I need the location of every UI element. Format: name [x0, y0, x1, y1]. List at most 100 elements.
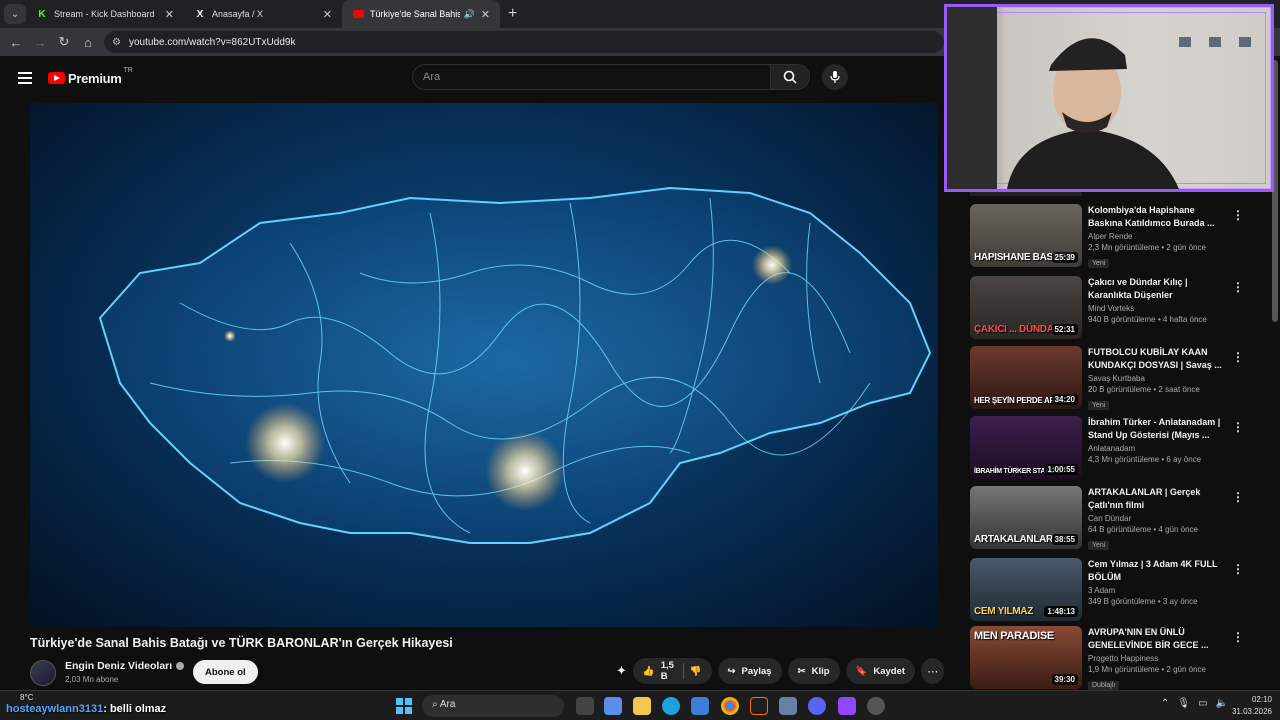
more-options-icon[interactable]: ⋮	[1232, 208, 1244, 222]
recommendation-item[interactable]: ARTAKALANLAR 38:55 ARTAKALANLAR | Gerçek…	[970, 486, 1270, 552]
close-tab-icon[interactable]: ✕	[481, 8, 490, 21]
discord-icon[interactable]	[808, 697, 826, 715]
volume-icon[interactable]: 🔈	[1216, 698, 1228, 709]
reload-icon[interactable]: ↻	[52, 34, 76, 50]
video-player[interactable]	[30, 103, 938, 627]
recommendation-channel[interactable]: 3 Adam	[1088, 586, 1228, 595]
tab-kick-dashboard[interactable]: K Stream - Kick Dashboard ✕	[26, 0, 184, 28]
share-icon: ↪	[727, 665, 736, 677]
thumbnail[interactable]: MEN PARADISE 39:30	[970, 626, 1082, 689]
more-options-icon[interactable]: ⋮	[1232, 350, 1244, 364]
subscriber-count: 2,03 Mn abone	[65, 675, 119, 684]
more-options-icon[interactable]: ⋮	[1232, 630, 1244, 644]
thumbnail[interactable]: CEM YILMAZ 1:48:13	[970, 558, 1082, 621]
divider	[682, 663, 684, 679]
share-button[interactable]: ↪ Paylaş	[717, 658, 782, 684]
more-options-icon[interactable]: ⋮	[1232, 562, 1244, 576]
voice-search-button[interactable]	[822, 64, 848, 90]
recommendation-channel[interactable]: Can Dündar	[1088, 514, 1228, 523]
tab-search-button[interactable]: ⌄	[4, 4, 26, 24]
obs-like-icon[interactable]	[750, 697, 768, 715]
recommendation-channel[interactable]: Progetto Happiness	[1088, 654, 1228, 663]
forward-icon[interactable]: →	[28, 35, 52, 50]
more-options-icon[interactable]: ⋮	[1232, 420, 1244, 434]
address-bar[interactable]: ⚙ youtube.com/watch?v=862UTxUdd9k	[104, 31, 944, 53]
video-owner-row: Engin Deniz Videoları 2,03 Mn abone Abon…	[30, 658, 945, 688]
recommendation-meta: 1,9 Mn görüntüleme • 2 gün önce	[1088, 665, 1206, 674]
thumbnail[interactable]: HER ŞEYİN PERDE ARK... 34:20	[970, 346, 1082, 409]
weather-widget[interactable]: 8°C	[20, 693, 33, 702]
thumbnail[interactable]: İBRAHİM TÜRKER STAND UP 1:00:55	[970, 416, 1082, 479]
recommendation-channel[interactable]: Anlatanadam	[1088, 444, 1228, 453]
recommendation-title[interactable]: AVRUPA'NIN EN ÜNLÜ GENELEVİNDE BİR GECE …	[1088, 626, 1228, 652]
file-explorer-icon[interactable]	[633, 697, 651, 715]
ask-sparkle-icon[interactable]: ✦	[616, 663, 627, 679]
task-view-icon[interactable]	[576, 697, 594, 715]
app-icon[interactable]	[867, 697, 885, 715]
recommendation-channel[interactable]: Alper Rende	[1088, 232, 1228, 241]
chrome-icon[interactable]	[721, 697, 739, 715]
tab-youtube[interactable]: Türkiye'de Sanal Bahis Batağı 🔊 ✕	[342, 0, 500, 28]
network-icon[interactable]: ▭	[1198, 698, 1207, 709]
clock-date: 31.03.2026	[1231, 707, 1272, 716]
verified-icon	[176, 662, 185, 671]
recommendation-title[interactable]: Kolombiya'da Hapishane Baskına Katıldımc…	[1088, 204, 1228, 230]
site-info-icon[interactable]: ⚙	[112, 37, 121, 48]
recommendation-meta: 349 B görüntüleme • 3 ay önce	[1088, 597, 1198, 606]
recommendation-channel[interactable]: Savaş Kurtbaba	[1088, 374, 1228, 383]
x-logo-icon: X	[196, 8, 204, 20]
chat-message-text: : belli olmaz	[103, 703, 167, 715]
recommendation-item[interactable]: HER ŞEYİN PERDE ARK... 34:20 FUTBOLCU KU…	[970, 346, 1270, 412]
like-button[interactable]: 👍	[643, 666, 655, 677]
recommendation-item[interactable]: CEM YILMAZ 1:48:13 Cem Yılmaz | 3 Adam 4…	[970, 558, 1270, 624]
edge-icon[interactable]	[662, 697, 680, 715]
recommendation-channel[interactable]: Mind Vorteks	[1088, 304, 1228, 313]
tab-title: Türkiye'de Sanal Bahis Batağı	[370, 9, 460, 19]
recommendation-title[interactable]: ARTAKALANLAR | Gerçek Çatlı'nın filmi	[1088, 486, 1228, 512]
close-tab-icon[interactable]: ✕	[165, 8, 174, 21]
twitch-icon[interactable]	[838, 697, 856, 715]
search-button[interactable]	[770, 64, 810, 90]
recommendation-title[interactable]: FUTBOLCU KUBİLAY KAAN KUNDAKÇI DOSYASI |…	[1088, 346, 1228, 372]
recommendation-info: Kolombiya'da Hapishane Baskına Katıldımc…	[1088, 204, 1228, 270]
channel-name[interactable]: Engin Deniz Videoları	[65, 660, 185, 672]
menu-icon[interactable]	[18, 69, 32, 87]
recommendation-item[interactable]: HAPISHANE BASKINI 25:39 Kolombiya'da Hap…	[970, 204, 1270, 270]
taskbar-search[interactable]: ⌕ Ara	[422, 695, 564, 717]
search-input[interactable]: Ara	[412, 64, 770, 90]
thumbnail[interactable]: HAPISHANE BASKINI 25:39	[970, 204, 1082, 267]
more-actions-button[interactable]: ⋯	[921, 658, 945, 684]
save-button[interactable]: 🔖 Kaydet	[845, 658, 916, 684]
recommendation-title[interactable]: Cem Yılmaz | 3 Adam 4K FULL BÖLÜM	[1088, 558, 1228, 584]
windows-start-icon[interactable]	[396, 698, 412, 714]
recommendation-item[interactable]: ÇAKICI ... DÜNDAR 52:31 Çakıcı ve Dündar…	[970, 276, 1270, 342]
thumbnail[interactable]: ÇAKICI ... DÜNDAR 52:31	[970, 276, 1082, 339]
more-options-icon[interactable]: ⋮	[1232, 280, 1244, 294]
close-tab-icon[interactable]: ✕	[323, 8, 332, 21]
youtube-logo[interactable]: Premium TR	[48, 67, 133, 86]
speaker-icon[interactable]: 🔊	[464, 9, 475, 20]
back-icon[interactable]: ←	[4, 35, 28, 50]
more-options-icon[interactable]: ⋮	[1232, 490, 1244, 504]
app-icon[interactable]	[779, 697, 797, 715]
recommendation-title[interactable]: İbrahim Türker - Anlatanadam | Stand Up …	[1088, 416, 1228, 442]
tab-x[interactable]: X Anasayfa / X ✕	[184, 0, 342, 28]
clip-button[interactable]: ✂ Klip	[787, 658, 840, 684]
url-text: youtube.com/watch?v=862UTxUdd9k	[128, 36, 296, 48]
system-clock[interactable]: 02:10 31.03.2026	[1232, 694, 1272, 718]
new-badge: Yeni	[1088, 541, 1110, 550]
thumbnail[interactable]: ARTAKALANLAR 38:55	[970, 486, 1082, 549]
dislike-button[interactable]: 👎	[690, 666, 702, 677]
recommendation-item[interactable]: MEN PARADISE 39:30 AVRUPA'NIN EN ÜNLÜ GE…	[970, 626, 1270, 692]
microphone-icon[interactable]: 🎙	[1177, 698, 1190, 709]
chevron-up-icon[interactable]: ⌃	[1161, 698, 1169, 709]
store-icon[interactable]	[691, 697, 709, 715]
home-icon[interactable]: ⌂	[76, 35, 100, 50]
subscribe-button[interactable]: Abone ol	[193, 660, 258, 684]
widgets-icon[interactable]	[604, 697, 622, 715]
tab-title: Stream - Kick Dashboard	[54, 9, 155, 19]
recommendation-title[interactable]: Çakıcı ve Dündar Kılıç | Karanlıkta Düşe…	[1088, 276, 1228, 302]
channel-avatar[interactable]	[30, 660, 56, 686]
recommendation-item[interactable]: İBRAHİM TÜRKER STAND UP 1:00:55 İbrahim …	[970, 416, 1270, 482]
new-tab-icon[interactable]: +	[508, 5, 517, 23]
